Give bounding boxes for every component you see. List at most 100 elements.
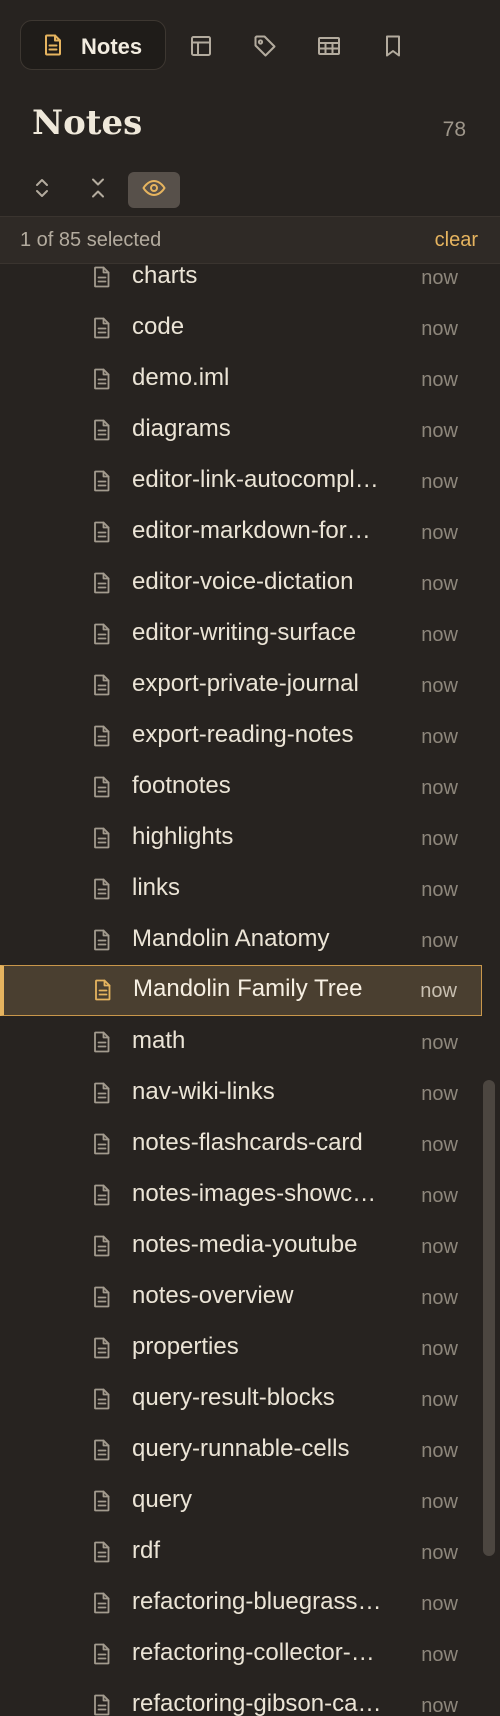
note-modified-time: now xyxy=(421,930,458,952)
list-item[interactable]: nav-wiki-links now xyxy=(0,1067,482,1118)
list-item[interactable]: code now xyxy=(0,302,482,353)
list-item[interactable]: demo.iml now xyxy=(0,353,482,404)
notes-list: charts now code now demo.iml now diagrams now ed… xyxy=(0,264,500,1716)
tab-notes[interactable]: Notes xyxy=(20,20,166,70)
list-item[interactable]: refactoring-collector-… now xyxy=(0,1628,482,1679)
list-item[interactable]: notes-media-youtube now xyxy=(0,1220,482,1271)
file-icon xyxy=(92,674,112,696)
collapse-all-button[interactable] xyxy=(72,172,124,208)
list-item[interactable]: notes-images-showc… now xyxy=(0,1169,482,1220)
list-item[interactable]: editor-writing-surface now xyxy=(0,608,482,659)
note-modified-time: now xyxy=(421,726,458,748)
note-title: Mandolin Family Tree xyxy=(133,975,363,1002)
file-icon xyxy=(92,1541,112,1563)
note-modified-time: now xyxy=(421,1542,458,1564)
file-icon xyxy=(92,776,112,798)
list-item[interactable]: diagrams now xyxy=(0,404,482,455)
file-icon xyxy=(92,1286,112,1308)
note-title: editor-voice-dictation xyxy=(132,568,354,595)
file-icon xyxy=(92,1643,112,1665)
clear-selection-button[interactable]: clear xyxy=(435,229,478,252)
list-item[interactable]: notes-overview now xyxy=(0,1271,482,1322)
tab-tags[interactable] xyxy=(252,33,278,59)
list-item[interactable]: export-reading-notes now xyxy=(0,710,482,761)
tab-layout[interactable] xyxy=(188,33,214,59)
list-item[interactable]: refactoring-bluegrass… now xyxy=(0,1577,482,1628)
list-item[interactable]: math now xyxy=(0,1016,482,1067)
list-item-selected[interactable]: Mandolin Family Tree now xyxy=(0,965,482,1016)
selection-status: 1 of 85 selected xyxy=(20,229,162,251)
list-item[interactable]: footnotes now xyxy=(0,761,482,812)
tab-bookmarks[interactable] xyxy=(380,33,406,59)
note-title: refactoring-gibson-ca… xyxy=(132,1690,382,1716)
note-modified-time: now xyxy=(421,573,458,595)
file-icon xyxy=(92,878,112,900)
note-modified-time: now xyxy=(421,1134,458,1156)
chevrons-collapse-icon xyxy=(86,176,110,205)
list-item[interactable]: rdf now xyxy=(0,1526,482,1577)
file-icon xyxy=(92,1694,112,1716)
list-item[interactable]: editor-link-autocompl… now xyxy=(0,455,482,506)
list-item[interactable]: notes-flashcards-card now xyxy=(0,1118,482,1169)
toggle-preview-button[interactable] xyxy=(128,172,180,208)
note-title: export-reading-notes xyxy=(132,721,354,748)
notes-count: 78 xyxy=(442,118,466,141)
note-title: links xyxy=(132,874,181,901)
note-title: properties xyxy=(132,1333,239,1360)
tab-notes-label: Notes xyxy=(81,34,143,59)
note-title: Mandolin Anatomy xyxy=(132,925,330,952)
list-item[interactable]: query now xyxy=(0,1475,482,1526)
note-title: notes-flashcards-card xyxy=(132,1129,363,1156)
file-icon xyxy=(92,1337,112,1359)
note-title: query-result-blocks xyxy=(132,1384,335,1411)
note-title: nav-wiki-links xyxy=(132,1078,275,1105)
chevrons-expand-icon xyxy=(30,176,54,205)
list-item[interactable]: links now xyxy=(0,863,482,914)
note-title: demo.iml xyxy=(132,364,230,391)
scrollbar-thumb[interactable] xyxy=(483,1080,495,1556)
note-modified-time: now xyxy=(421,471,458,493)
note-modified-time: now xyxy=(421,420,458,442)
list-item[interactable]: query-runnable-cells now xyxy=(0,1424,482,1475)
list-item[interactable]: editor-voice-dictation now xyxy=(0,557,482,608)
list-item[interactable]: properties now xyxy=(0,1322,482,1373)
list-item[interactable]: Mandolin Anatomy now xyxy=(0,914,482,965)
list-item[interactable]: export-private-journal now xyxy=(0,659,482,710)
page-title: Notes xyxy=(32,103,143,143)
sidebar-tab-bar: Notes xyxy=(0,0,500,92)
note-title: query-runnable-cells xyxy=(132,1435,350,1462)
note-modified-time: now xyxy=(421,522,458,544)
tab-table[interactable] xyxy=(316,33,342,59)
eye-icon xyxy=(141,175,167,206)
note-modified-time: now xyxy=(421,1287,458,1309)
list-item[interactable]: editor-markdown-for… now xyxy=(0,506,482,557)
file-icon xyxy=(92,1133,112,1155)
note-modified-time: now xyxy=(421,828,458,850)
file-icon xyxy=(92,1184,112,1206)
note-title: refactoring-bluegrass… xyxy=(132,1588,382,1615)
file-icon xyxy=(92,1490,112,1512)
note-modified-time: now xyxy=(421,318,458,340)
note-modified-time: now xyxy=(421,1440,458,1462)
note-title: notes-overview xyxy=(132,1282,294,1309)
note-modified-time: now xyxy=(421,267,458,289)
tag-icon xyxy=(252,35,278,63)
list-item[interactable]: charts now xyxy=(0,264,482,302)
layout-panel-icon xyxy=(188,36,214,63)
file-icon xyxy=(92,1592,112,1614)
file-icon xyxy=(92,1388,112,1410)
file-icon xyxy=(92,929,112,951)
note-modified-time: now xyxy=(421,675,458,697)
table-icon xyxy=(316,37,342,63)
note-title: diagrams xyxy=(132,415,231,442)
file-icon xyxy=(92,1082,112,1104)
list-item[interactable]: highlights now xyxy=(0,812,482,863)
note-title: highlights xyxy=(132,823,234,850)
file-icon xyxy=(92,317,112,339)
file-icon xyxy=(92,521,112,543)
notes-app: Notes Notes 78 1 of 85 selected clear ch… xyxy=(0,0,500,1716)
list-item[interactable]: query-result-blocks now xyxy=(0,1373,482,1424)
file-icon xyxy=(92,368,112,390)
list-item[interactable]: refactoring-gibson-ca… now xyxy=(0,1679,482,1716)
expand-all-button[interactable] xyxy=(16,172,68,208)
